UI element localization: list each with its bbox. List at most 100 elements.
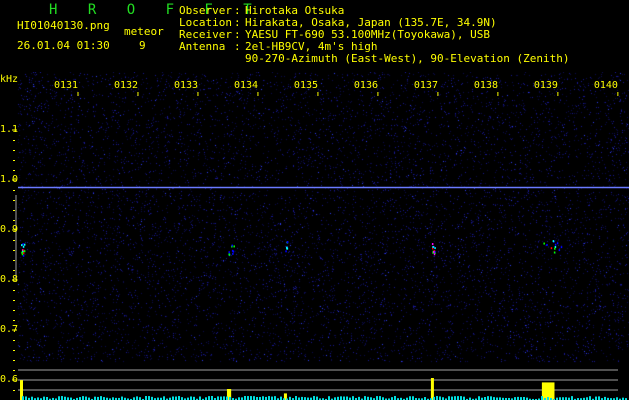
y-minor-tick xyxy=(13,350,15,351)
noise-level-bar xyxy=(61,396,63,400)
y-minor-tick xyxy=(13,200,15,201)
noise-level-bar xyxy=(82,396,84,400)
y-minor-tick xyxy=(13,390,15,391)
noise-level-bar xyxy=(274,396,276,400)
y-minor-tick xyxy=(13,140,15,141)
noise-level-bar xyxy=(211,396,213,400)
x-tick-label: 0133 xyxy=(174,80,198,92)
noise-level-bar xyxy=(190,396,192,400)
y-minor-tick xyxy=(13,310,15,311)
noise-level-bar xyxy=(412,396,414,400)
meteor-echo xyxy=(543,240,562,253)
meteor-echo xyxy=(228,245,234,256)
noise-level-bar xyxy=(460,396,462,400)
noise-level-bar xyxy=(223,396,225,400)
y-tick-label: 1.1 xyxy=(0,124,18,136)
noise-level-bar xyxy=(247,396,249,400)
noise-level-bar xyxy=(595,397,597,400)
chart-overlay xyxy=(0,0,629,400)
noise-level-bar xyxy=(451,397,453,400)
y-minor-tick xyxy=(13,340,15,341)
y-tick-label: 0.6 xyxy=(0,374,18,386)
noise-level-bar xyxy=(478,396,480,400)
meteor-echo xyxy=(285,241,288,252)
noise-level-bar xyxy=(217,396,219,400)
noise-level-bar xyxy=(394,396,396,400)
echo-level-bar xyxy=(431,378,434,400)
noise-level-bar xyxy=(436,396,438,400)
noise-level-bar xyxy=(100,396,102,400)
y-minor-tick xyxy=(13,290,15,291)
noise-level-bar xyxy=(490,396,492,400)
noise-level-bar xyxy=(175,397,177,400)
y-minor-tick xyxy=(13,160,15,161)
y-minor-tick xyxy=(13,360,15,361)
meteor-echo xyxy=(432,243,436,255)
noise-level-bar xyxy=(208,396,210,400)
noise-level-bar xyxy=(199,396,201,400)
y-minor-tick xyxy=(13,240,15,241)
x-tick-label: 0139 xyxy=(534,80,558,92)
noise-level-bar xyxy=(220,397,222,400)
x-tick-label: 0131 xyxy=(54,80,78,92)
noise-level-bar xyxy=(58,396,60,400)
noise-level-bar xyxy=(439,396,441,400)
y-minor-tick xyxy=(13,190,15,191)
noise-level-bar xyxy=(541,396,543,400)
noise-level-bar xyxy=(448,396,450,400)
y-tick-label: 0.8 xyxy=(0,274,18,286)
noise-level-bar xyxy=(280,397,282,400)
noise-level-bar xyxy=(343,397,345,400)
y-minor-tick xyxy=(13,170,15,171)
noise-level-bar xyxy=(340,396,342,400)
y-minor-tick xyxy=(13,250,15,251)
noise-level-bar xyxy=(163,396,165,400)
noise-level-bar xyxy=(121,397,123,400)
noise-level-bar xyxy=(148,396,150,400)
y-axis-label: kHz xyxy=(0,74,18,86)
noise-level-bar xyxy=(172,396,174,400)
y-tick-label: 0.9 xyxy=(0,224,18,236)
noise-level-bar xyxy=(22,396,24,400)
y-minor-tick xyxy=(13,220,15,221)
noise-level-bar xyxy=(589,396,591,400)
noise-level-bar xyxy=(328,396,330,400)
x-tick-label: 0140 xyxy=(594,80,618,92)
noise-level-bar xyxy=(352,396,354,400)
noise-level-bar xyxy=(571,396,573,400)
noise-level-bar xyxy=(457,396,459,400)
y-minor-tick xyxy=(13,270,15,271)
noise-level-bar xyxy=(346,397,348,400)
noise-level-bar xyxy=(379,396,381,400)
noise-level-bar xyxy=(376,396,378,400)
y-tick-label: 1.0 xyxy=(0,174,18,186)
x-tick-label: 0135 xyxy=(294,80,318,92)
noise-level-bar xyxy=(487,396,489,400)
noise-level-bar xyxy=(268,396,270,400)
y-minor-tick xyxy=(13,300,15,301)
noise-level-bar xyxy=(85,397,87,400)
y-tick-label: 0.7 xyxy=(0,324,18,336)
y-minor-tick xyxy=(13,210,15,211)
noise-level-bar xyxy=(364,396,366,400)
x-tick-label: 0137 xyxy=(414,80,438,92)
noise-level-bar xyxy=(43,397,45,400)
noise-level-bar xyxy=(244,396,246,400)
noise-level-bar xyxy=(94,397,96,400)
noise-level-bar xyxy=(409,396,411,400)
x-tick-label: 0138 xyxy=(474,80,498,92)
noise-level-bar xyxy=(25,396,27,400)
noise-level-bar xyxy=(178,396,180,400)
noise-level-bar xyxy=(262,396,264,400)
noise-level-bar xyxy=(145,396,147,400)
noise-level-bar xyxy=(271,397,273,400)
y-minor-tick xyxy=(13,150,15,151)
noise-level-bar xyxy=(253,396,255,400)
noise-level-bar xyxy=(295,396,297,400)
x-tick-label: 0134 xyxy=(234,80,258,92)
noise-level-bar xyxy=(313,396,315,400)
y-minor-tick xyxy=(13,370,15,371)
noise-level-bar xyxy=(250,396,252,400)
noise-level-bar xyxy=(454,396,456,400)
x-tick-label: 0136 xyxy=(354,80,378,92)
